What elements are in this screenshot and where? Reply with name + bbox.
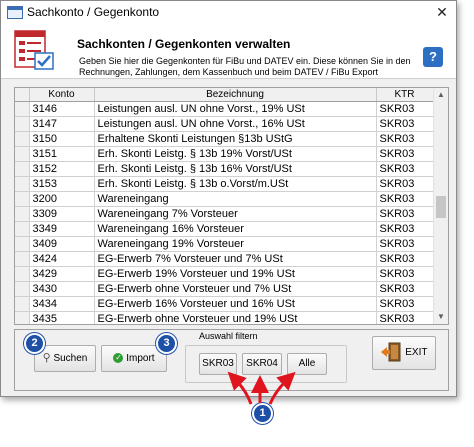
- callout-arrows: [227, 371, 296, 405]
- arrow-to-skr03: [227, 371, 253, 405]
- arrow-to-alle: [268, 371, 296, 405]
